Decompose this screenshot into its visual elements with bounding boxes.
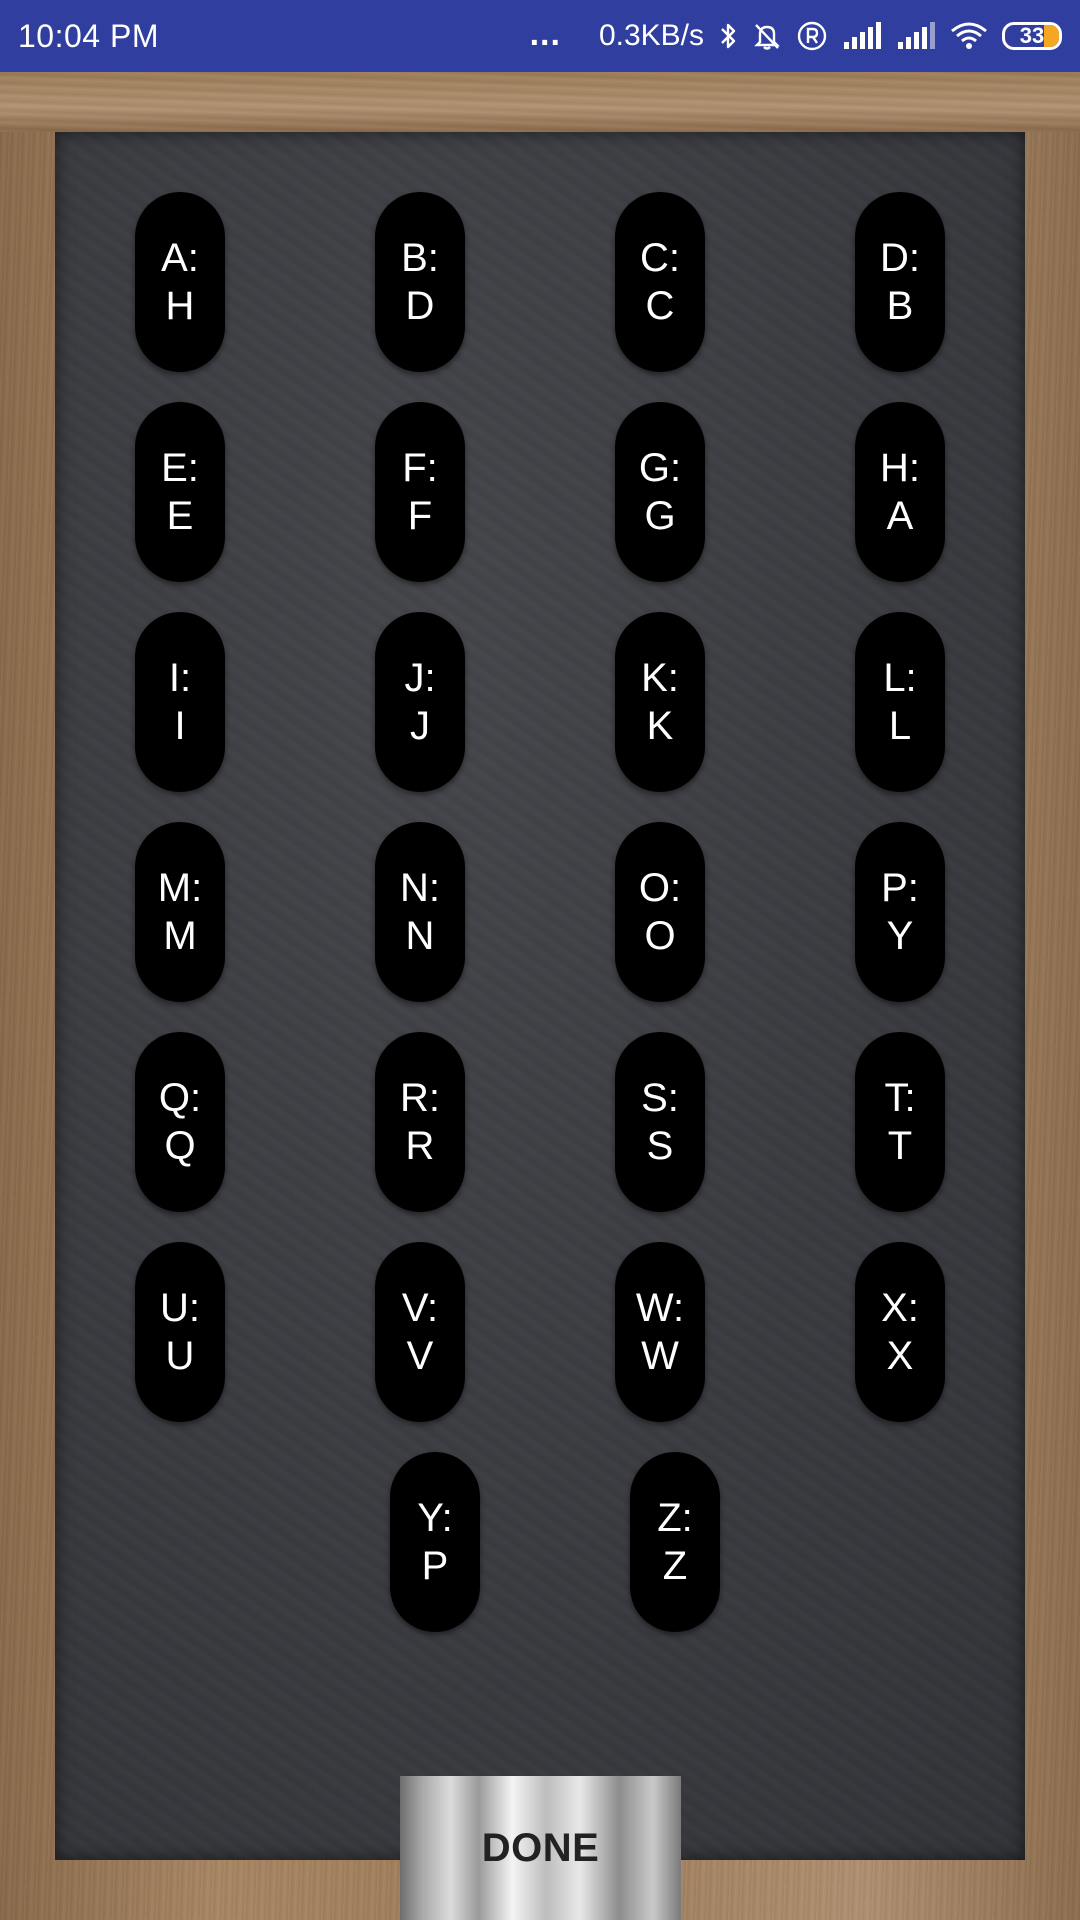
letter-mapping-button[interactable]: R: R [375,1032,465,1212]
letter-mapping-button[interactable]: C: C [615,192,705,372]
letter-value: W [641,1334,679,1378]
letter-key: I: [168,656,192,700]
status-bar: 10:04 PM ... 0.3KB/s 33 [0,0,1080,72]
letter-key: T: [884,1076,916,1120]
letter-value: H [165,284,195,328]
letter-value: N [405,914,435,958]
wifi-icon [950,21,988,51]
letter-mapping-button[interactable]: Q: Q [135,1032,225,1212]
letter-value: L [888,704,912,748]
letter-value: X [886,1334,914,1378]
letter-key: O: [638,866,682,910]
letter-key: F: [402,446,438,490]
letter-value: A [886,494,914,538]
letter-key: B: [401,236,439,280]
letter-key: A: [161,236,199,280]
letter-value: V [406,1334,434,1378]
letter-mapping-button[interactable]: U: U [135,1242,225,1422]
letter-key: R: [400,1076,440,1120]
letter-key: C: [640,236,680,280]
letter-mapping-button[interactable]: V: V [375,1242,465,1422]
letter-key: J: [404,656,436,700]
registered-icon [796,20,828,52]
letter-mapping-button[interactable]: L: L [855,612,945,792]
letter-mapping-button[interactable]: D: B [855,192,945,372]
letter-mapping-button[interactable]: N: N [375,822,465,1002]
letter-key: K: [641,656,679,700]
letter-key: N: [400,866,440,910]
letter-value: C [645,284,675,328]
letter-key: Y: [417,1496,453,1540]
letter-mapping-button[interactable]: H: A [855,402,945,582]
letter-value: Q [164,1124,196,1168]
letter-key: S: [641,1076,679,1120]
letter-mapping-button[interactable]: O: O [615,822,705,1002]
more-notifications-icon: ... [529,14,561,53]
letter-value: E [166,494,194,538]
letter-value: D [405,284,435,328]
letter-value: R [405,1124,435,1168]
letter-key: Z: [657,1496,693,1540]
letter-value: P [421,1544,449,1588]
letter-key: L: [883,656,917,700]
bluetooth-icon [718,21,738,51]
status-time: 10:04 PM [18,17,159,54]
letter-key: Q: [158,1076,202,1120]
letter-value: M [163,914,197,958]
letter-mapping-button[interactable]: T: T [855,1032,945,1212]
letter-mapping-button[interactable]: K: K [615,612,705,792]
letter-value: U [165,1334,195,1378]
letter-mapping-button[interactable]: P: Y [855,822,945,1002]
letter-mapping-button[interactable]: Y: P [390,1452,480,1632]
letter-mapping-button[interactable]: B: D [375,192,465,372]
letter-key: G: [638,446,682,490]
letter-key: M: [157,866,203,910]
letter-key: U: [160,1286,200,1330]
letter-key: E: [161,446,199,490]
letter-value: G [644,494,676,538]
letter-value: Y [886,914,914,958]
signal-icon [842,22,882,50]
letter-value: O [644,914,676,958]
done-button[interactable]: DONE [400,1776,681,1920]
letter-mapping-button[interactable]: S: S [615,1032,705,1212]
letter-value: I [174,704,186,748]
letter-value: F [407,494,433,538]
letter-mapping-button[interactable]: F: F [375,402,465,582]
letter-key: W: [635,1286,685,1330]
letter-mapping-button[interactable]: I: I [135,612,225,792]
battery-icon: 33 [1002,22,1062,50]
letter-mapping-button[interactable]: G: G [615,402,705,582]
signal-icon [896,22,936,50]
letter-key: P: [881,866,919,910]
letter-value: J [410,704,430,748]
letter-mapping-button[interactable]: J: J [375,612,465,792]
network-speed: 0.3KB/s [598,19,704,52]
letter-value: K [646,704,674,748]
letter-mapping-button[interactable]: X: X [855,1242,945,1422]
chalkboard: A: H B: D C: C D: B E: E F: F G: G H: A I: I J: J K: K L: L M: M N… [55,132,1025,1860]
letter-key: D: [880,236,920,280]
letter-mapping-button[interactable]: A: H [135,192,225,372]
letter-mapping-button[interactable]: M: M [135,822,225,1002]
letter-value: B [886,284,914,328]
letter-mapping-button[interactable]: E: E [135,402,225,582]
battery-level: 33 [1019,23,1045,48]
letter-key: V: [401,1286,439,1330]
letter-key: H: [880,446,920,490]
letter-key: X: [881,1286,919,1330]
letter-value: T [887,1124,913,1168]
letter-mapping-button[interactable]: Z: Z [630,1452,720,1632]
status-icons: ... 0.3KB/s 33 [529,14,1062,56]
letter-mapping-button[interactable]: W: W [615,1242,705,1422]
notifications-off-icon [752,21,782,51]
letter-value: S [646,1124,674,1168]
letter-value: Z [662,1544,688,1588]
